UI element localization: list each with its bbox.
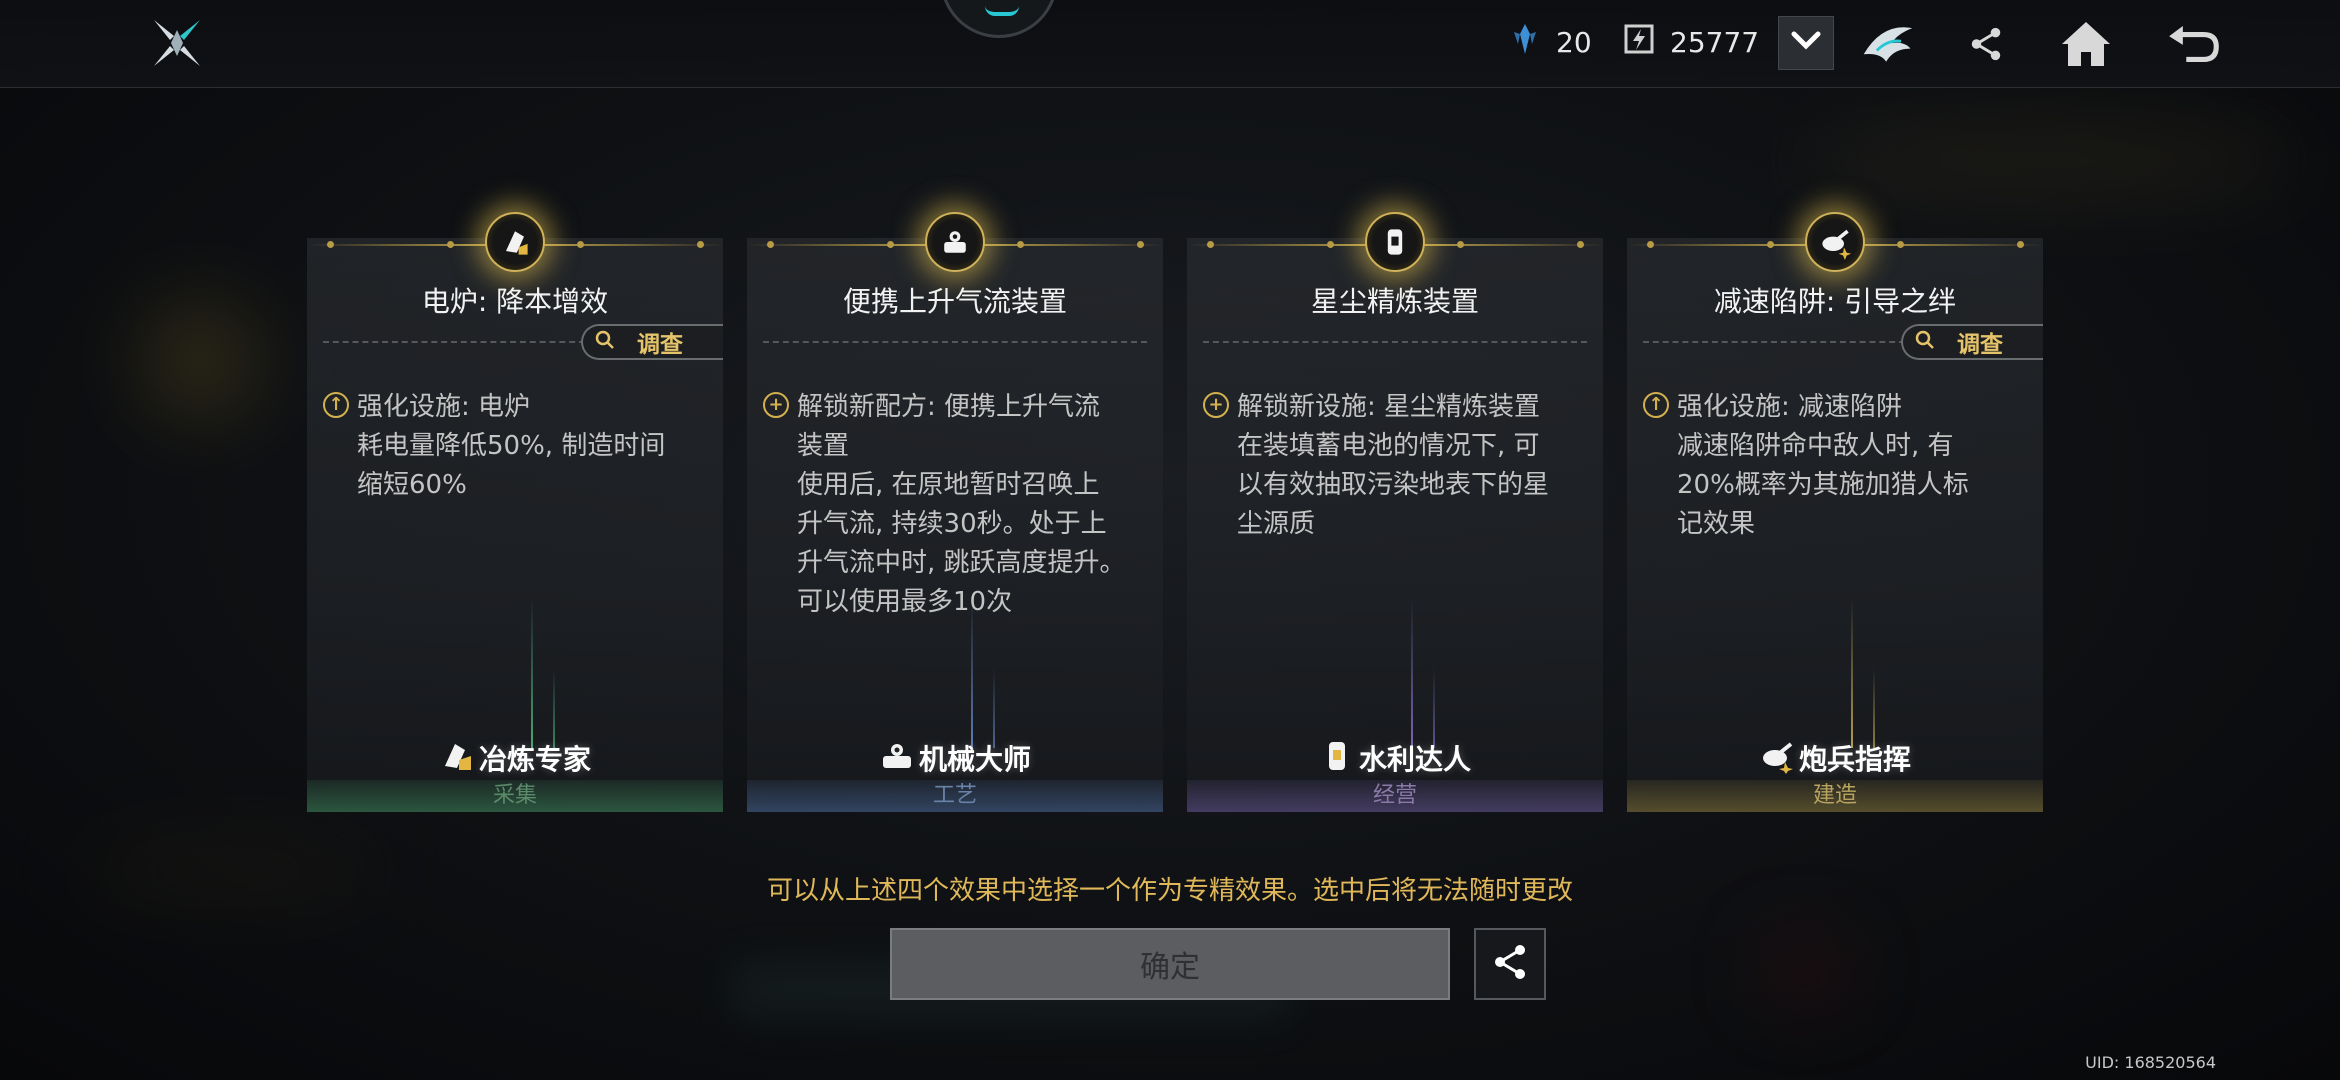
smelter-emblem-icon (485, 212, 545, 272)
role-label: 水利达人 (1187, 738, 1603, 778)
investigate-button[interactable]: 调查 (581, 324, 723, 360)
role-name: 冶炼专家 (478, 743, 591, 776)
artillery-emblem-icon (1805, 212, 1865, 272)
confirm-button[interactable]: 确定 (890, 928, 1450, 1000)
unlock-plus-icon: + (763, 392, 789, 418)
chevron-down-icon (1791, 31, 1821, 55)
role-name: 水利达人 (1358, 743, 1471, 776)
category-label: 采集 (307, 780, 723, 812)
background-blur (140, 300, 260, 420)
crystal-counter: 20 (1508, 22, 1592, 63)
effect-card[interactable]: 电炉: 降本增效 调查 ↑ 强化设施: 电炉 耗电量降低50%, 制造时间 缩短… (307, 212, 723, 812)
investigate-label: 调查 (1957, 332, 2003, 358)
energy-counter: 25777 (1622, 22, 1759, 63)
back-arrow-icon[interactable] (2164, 14, 2224, 74)
search-icon (1915, 330, 1935, 354)
search-icon (595, 330, 615, 354)
role-label: 机械大师 (747, 738, 1163, 778)
share-icon (1490, 942, 1530, 986)
energy-icon (1622, 22, 1656, 63)
role-label: 冶炼专家 (307, 738, 723, 778)
center-ring-ornament (940, 0, 1058, 38)
energy-count: 25777 (1670, 26, 1760, 59)
effect-description: + 解锁新配方: 便携上升气流 装置 使用后, 在原地暂时召唤上 升气流, 持续… (763, 388, 1148, 622)
effect-card[interactable]: 星尘精炼装置 + 解锁新设施: 星尘精炼装置 在装填蓄电池的情况下, 可 以有效… (1187, 212, 1603, 812)
effect-description: + 解锁新设施: 星尘精炼装置 在装填蓄电池的情况下, 可 以有效抽取污染地表下… (1203, 388, 1588, 544)
category-label: 工艺 (747, 780, 1163, 812)
description-text: 强化设施: 减速陷阱 减速陷阱命中敌人时, 有 20%概率为其施加猎人标 记效果 (1677, 392, 1969, 539)
light-beam (531, 598, 533, 748)
effect-card[interactable]: 减速陷阱: 引导之绊 调查 ↑ 强化设施: 减速陷阱 减速陷阱命中敌人时, 有 … (1627, 212, 2043, 812)
role-label: 炮兵指挥 (1627, 738, 2043, 778)
dropdown-button[interactable] (1778, 16, 1834, 70)
user-id: UID: 168520564 (2085, 1053, 2216, 1072)
role-name: 机械大师 (918, 743, 1031, 776)
dashed-divider (763, 341, 1147, 343)
dashed-divider (323, 341, 585, 343)
top-bar: 20 25777 (0, 0, 2340, 88)
effect-card[interactable]: 便携上升气流装置 + 解锁新配方: 便携上升气流 装置 使用后, 在原地暂时召唤… (747, 212, 1163, 812)
category-label: 经营 (1187, 780, 1603, 812)
card-title: 星尘精炼装置 (1310, 285, 1479, 318)
light-beam (1433, 668, 1435, 748)
hydraulic-icon (1319, 738, 1355, 778)
light-beam (1873, 668, 1875, 748)
investigate-label: 调查 (637, 332, 683, 358)
mechanic-icon (879, 738, 915, 778)
description-text: 解锁新设施: 星尘精炼装置 在装填蓄电池的情况下, 可 以有效抽取污染地表下的星… (1237, 392, 1550, 539)
background-blur (1800, 120, 2300, 200)
share-button[interactable] (1474, 928, 1546, 1000)
smelter-icon (439, 738, 475, 778)
light-beam (1851, 598, 1853, 748)
unlock-plus-icon: + (1203, 392, 1229, 418)
crystal-icon (1508, 22, 1542, 63)
crystal-count: 20 (1556, 26, 1592, 59)
artillery-icon (1759, 738, 1795, 778)
wing-emblem-icon[interactable] (1858, 14, 1918, 74)
effect-description: ↑ 强化设施: 电炉 耗电量降低50%, 制造时间 缩短60% (323, 388, 708, 505)
upgrade-arrow-icon: ↑ (1643, 392, 1669, 418)
category-label: 建造 (1627, 780, 2043, 812)
light-beam (553, 668, 555, 748)
crossed-blades-logo-icon[interactable] (150, 16, 204, 70)
share-icon[interactable] (1956, 14, 2016, 74)
light-beam (993, 668, 995, 748)
card-title: 电炉: 降本增效 (421, 285, 609, 318)
background-blur (1760, 940, 1850, 1000)
card-title: 便携上升气流装置 (842, 285, 1067, 318)
role-name: 炮兵指挥 (1798, 743, 1911, 776)
investigate-button[interactable]: 调查 (1901, 324, 2043, 360)
mechanic-emblem-icon (925, 212, 985, 272)
light-beam (1411, 598, 1413, 748)
description-text: 强化设施: 电炉 耗电量降低50%, 制造时间 缩短60% (357, 392, 666, 500)
selection-hint: 可以从上述四个效果中选择一个作为专精效果。选中后将无法随时更改 (766, 876, 1573, 906)
card-title: 减速陷阱: 引导之绊 (1713, 285, 1957, 318)
home-icon[interactable] (2056, 14, 2116, 74)
upgrade-arrow-icon: ↑ (323, 392, 349, 418)
description-text: 解锁新配方: 便携上升气流 装置 使用后, 在原地暂时召唤上 升气流, 持续30… (797, 392, 1126, 617)
hydraulic-emblem-icon (1365, 212, 1425, 272)
dashed-divider (1203, 341, 1587, 343)
dashed-divider (1643, 341, 1905, 343)
effect-description: ↑ 强化设施: 减速陷阱 减速陷阱命中敌人时, 有 20%概率为其施加猎人标 记… (1643, 388, 2028, 544)
light-beam (971, 598, 973, 748)
